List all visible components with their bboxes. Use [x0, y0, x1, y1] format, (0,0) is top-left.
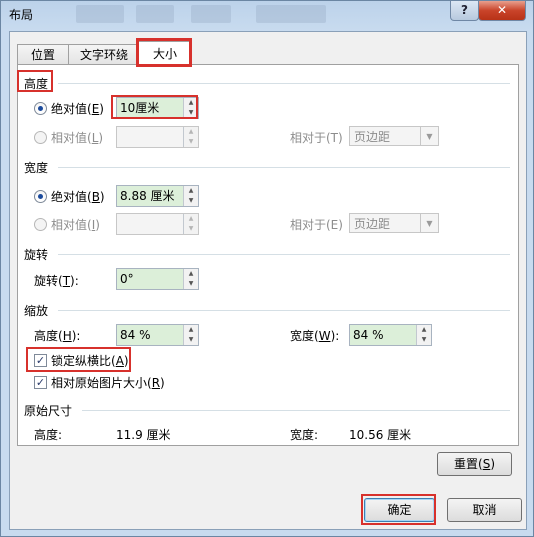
rotate-value: 0° [117, 269, 184, 289]
original-width-label: 宽度: [290, 428, 319, 442]
divider [58, 254, 510, 255]
lock-aspect-ratio-label: 锁定纵横比(A) [51, 354, 129, 368]
height-relative-value [117, 127, 184, 147]
width-relative-to-label: 相对于(E) [290, 218, 343, 232]
width-relative-spinner[interactable]: ▲ ▼ [183, 214, 198, 234]
scale-width-label: 宽度(W): [290, 329, 340, 343]
chevron-down-icon: ▼ [420, 214, 438, 232]
height-absolute-field[interactable]: 10厘米 ▲ ▼ [116, 97, 199, 119]
width-relative-field[interactable]: ▲ ▼ [116, 213, 199, 235]
divider [58, 167, 510, 168]
width-relative-to-select[interactable]: 页边距 ▼ [349, 213, 439, 233]
tab-position[interactable]: 位置 [17, 44, 69, 65]
scale-height-label: 高度(H): [34, 329, 81, 343]
close-button[interactable]: ✕ [478, 1, 526, 21]
width-absolute-label: 绝对值(B) [51, 190, 105, 204]
original-height-value: 11.9 厘米 [116, 428, 171, 442]
relative-original-size-checkbox[interactable]: ✓ [34, 376, 47, 389]
width-relative-value [117, 214, 184, 234]
title-bar-blur [136, 5, 174, 23]
height-absolute-value: 10厘米 [117, 98, 184, 118]
width-relative-radio[interactable] [34, 218, 47, 231]
ok-button[interactable]: 确定 [364, 498, 435, 522]
height-relative-label: 相对值(L) [51, 131, 104, 145]
title-bar-blur [76, 5, 124, 23]
height-section-title: 高度 [24, 77, 49, 91]
size-tab-panel: 高度 绝对值(E) 10厘米 ▲ ▼ 相对值(L) ▲ ▼ 相对于(T) 页边距 ▼… [17, 64, 519, 446]
scale-height-spinner[interactable]: ▲ ▼ [183, 325, 198, 345]
dialog-title: 布局 [9, 8, 34, 22]
dialog-body: 位置 文字环绕 大小 高度 绝对值(E) 10厘米 ▲ ▼ 相对值(L) ▲ ▼ 相… [9, 31, 527, 530]
width-absolute-radio[interactable] [34, 190, 47, 203]
height-relative-radio[interactable] [34, 131, 47, 144]
width-absolute-value: 8.88 厘米 [117, 186, 184, 206]
width-absolute-spinner[interactable]: ▲ ▼ [183, 186, 198, 206]
rotate-label: 旋转(T): [34, 274, 79, 288]
width-relative-label: 相对值(I) [51, 218, 100, 232]
divider [82, 410, 510, 411]
title-bar-blur [191, 5, 231, 23]
help-button[interactable]: ? [450, 1, 479, 21]
divider [58, 310, 510, 311]
tab-size[interactable]: 大小 [138, 41, 192, 66]
height-relative-spinner[interactable]: ▲ ▼ [183, 127, 198, 147]
cancel-button[interactable]: 取消 [447, 498, 522, 522]
height-relative-to-select[interactable]: 页边距 ▼ [349, 126, 439, 146]
rotate-spinner[interactable]: ▲ ▼ [183, 269, 198, 289]
scale-width-value: 84 % [350, 325, 417, 345]
height-absolute-spinner[interactable]: ▲ ▼ [183, 98, 198, 118]
scale-width-field[interactable]: 84 % ▲ ▼ [349, 324, 432, 346]
scale-width-spinner[interactable]: ▲ ▼ [416, 325, 431, 345]
reset-button[interactable]: 重置(S) [437, 452, 512, 476]
relative-original-size-label: 相对原始图片大小(R) [51, 376, 165, 390]
lock-aspect-ratio-checkbox[interactable]: ✓ [34, 354, 47, 367]
height-relative-to-value: 页边距 [354, 130, 391, 144]
layout-dialog: 布局 ? ✕ 位置 文字环绕 大小 高度 绝对值(E) 10厘米 ▲ ▼ 相对值(… [0, 0, 534, 537]
divider [58, 83, 510, 84]
title-bar-blur [256, 5, 326, 23]
width-absolute-field[interactable]: 8.88 厘米 ▲ ▼ [116, 185, 199, 207]
width-section-title: 宽度 [24, 161, 49, 175]
height-relative-to-label: 相对于(T) [290, 131, 343, 145]
rotate-section-title: 旋转 [24, 248, 49, 262]
height-relative-field[interactable]: ▲ ▼ [116, 126, 199, 148]
height-absolute-radio[interactable] [34, 102, 47, 115]
width-relative-to-value: 页边距 [354, 217, 391, 231]
tab-text-wrap[interactable]: 文字环绕 [68, 44, 140, 65]
scale-section-title: 缩放 [24, 304, 49, 318]
rotate-field[interactable]: 0° ▲ ▼ [116, 268, 199, 290]
title-bar: 布局 ? ✕ [1, 1, 533, 27]
original-size-section-title: 原始尺寸 [24, 404, 73, 418]
scale-height-value: 84 % [117, 325, 184, 345]
height-absolute-label: 绝对值(E) [51, 102, 104, 116]
scale-height-field[interactable]: 84 % ▲ ▼ [116, 324, 199, 346]
chevron-down-icon: ▼ [420, 127, 438, 145]
original-width-value: 10.56 厘米 [349, 428, 412, 442]
original-height-label: 高度: [34, 428, 63, 442]
